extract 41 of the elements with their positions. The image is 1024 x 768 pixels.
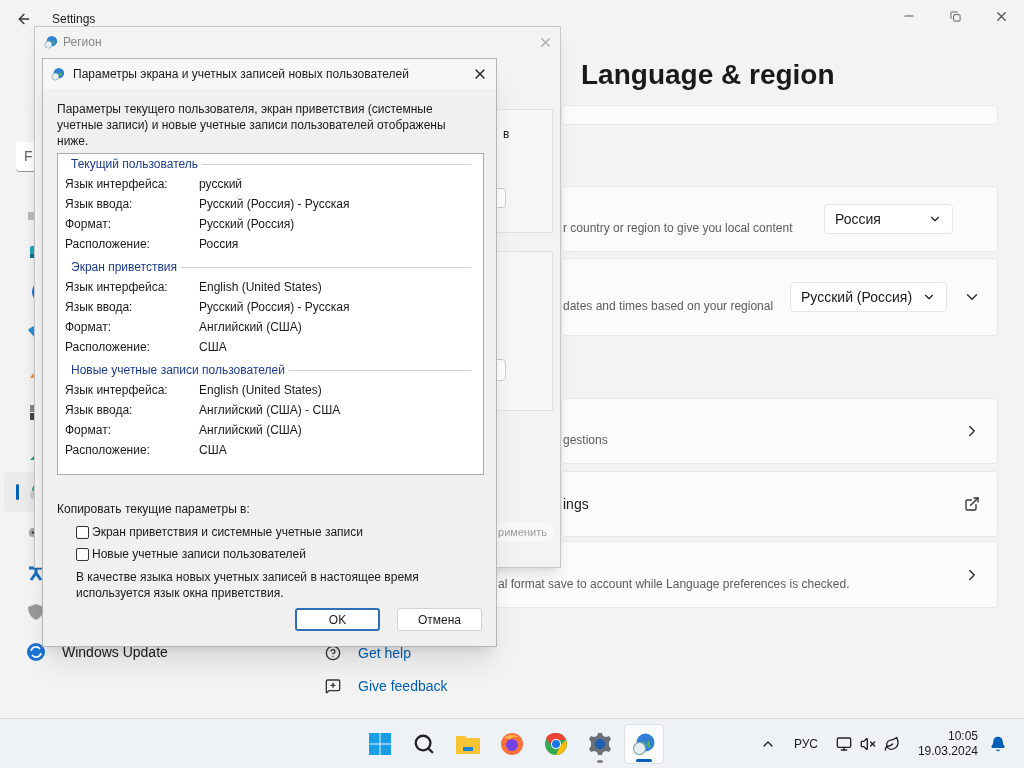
note-text: В качестве языка новых учетных записей в настоящее время используется язык окна приветствия. — [76, 569, 420, 601]
dialog-title: Параметры экрана и учетных записей новых пользователей — [73, 66, 409, 83]
row-label: Формат: — [65, 422, 112, 439]
card-description: gestions — [563, 432, 608, 449]
window-title: Регион — [63, 34, 102, 51]
section-heading: Новые учетные записи пользователей — [71, 362, 285, 379]
row-label: Язык интерфейса: — [65, 382, 169, 399]
row-value: Россия — [199, 236, 239, 253]
row-label: Язык интерфейса: — [65, 176, 169, 193]
row-value: Английский (США) — [199, 319, 302, 336]
row-label: Расположение: — [65, 339, 151, 356]
card-description: r country or region to give you local content — [563, 220, 793, 237]
app-title: Settings — [52, 11, 96, 28]
row-label: Расположение: — [65, 236, 151, 253]
page-title: Language & region — [581, 58, 836, 92]
row-label: Расположение: — [65, 442, 151, 459]
row-value: English (United States) — [199, 279, 322, 296]
card-description: al format save to account while Language preferences is checked. — [498, 575, 850, 593]
row-label: Язык ввода: — [65, 196, 134, 213]
row-label: Язык ввода: — [65, 402, 134, 419]
row-label: Язык интерфейса: — [65, 279, 169, 296]
row-label: Формат: — [65, 216, 112, 233]
row-value: English (United States) — [199, 382, 322, 399]
row-value: Русский (Россия) - Русская — [199, 196, 350, 213]
row-value: Русский (Россия) — [199, 216, 295, 233]
section-heading: Экран приветствия — [71, 259, 177, 276]
card-title: ings — [563, 494, 589, 514]
row-value: Английский (США) - США — [199, 402, 341, 419]
checkbox-label: Экран приветствия и системные учетные записи — [92, 524, 363, 541]
row-value: США — [199, 339, 227, 356]
section-heading: Текущий пользователь — [71, 156, 199, 173]
intro-text: Параметры текущего пользователя, экран приветствия (системные учетные записи) и новые учетные записи пользователей отображены ниже. — [57, 101, 447, 149]
row-label: Формат: — [65, 319, 112, 336]
checkbox-label: Новые учетные записи пользователей — [92, 546, 306, 563]
copy-label: Копировать текущие параметры в: — [57, 501, 251, 517]
row-value: русский — [199, 176, 243, 193]
row-value: США — [199, 442, 227, 459]
row-label: Язык ввода: — [65, 299, 134, 316]
row-value: Английский (США) — [199, 422, 302, 439]
card-description: dates and times based on your regional — [563, 298, 774, 315]
row-value: Русский (Россия) - Русская — [199, 299, 350, 316]
